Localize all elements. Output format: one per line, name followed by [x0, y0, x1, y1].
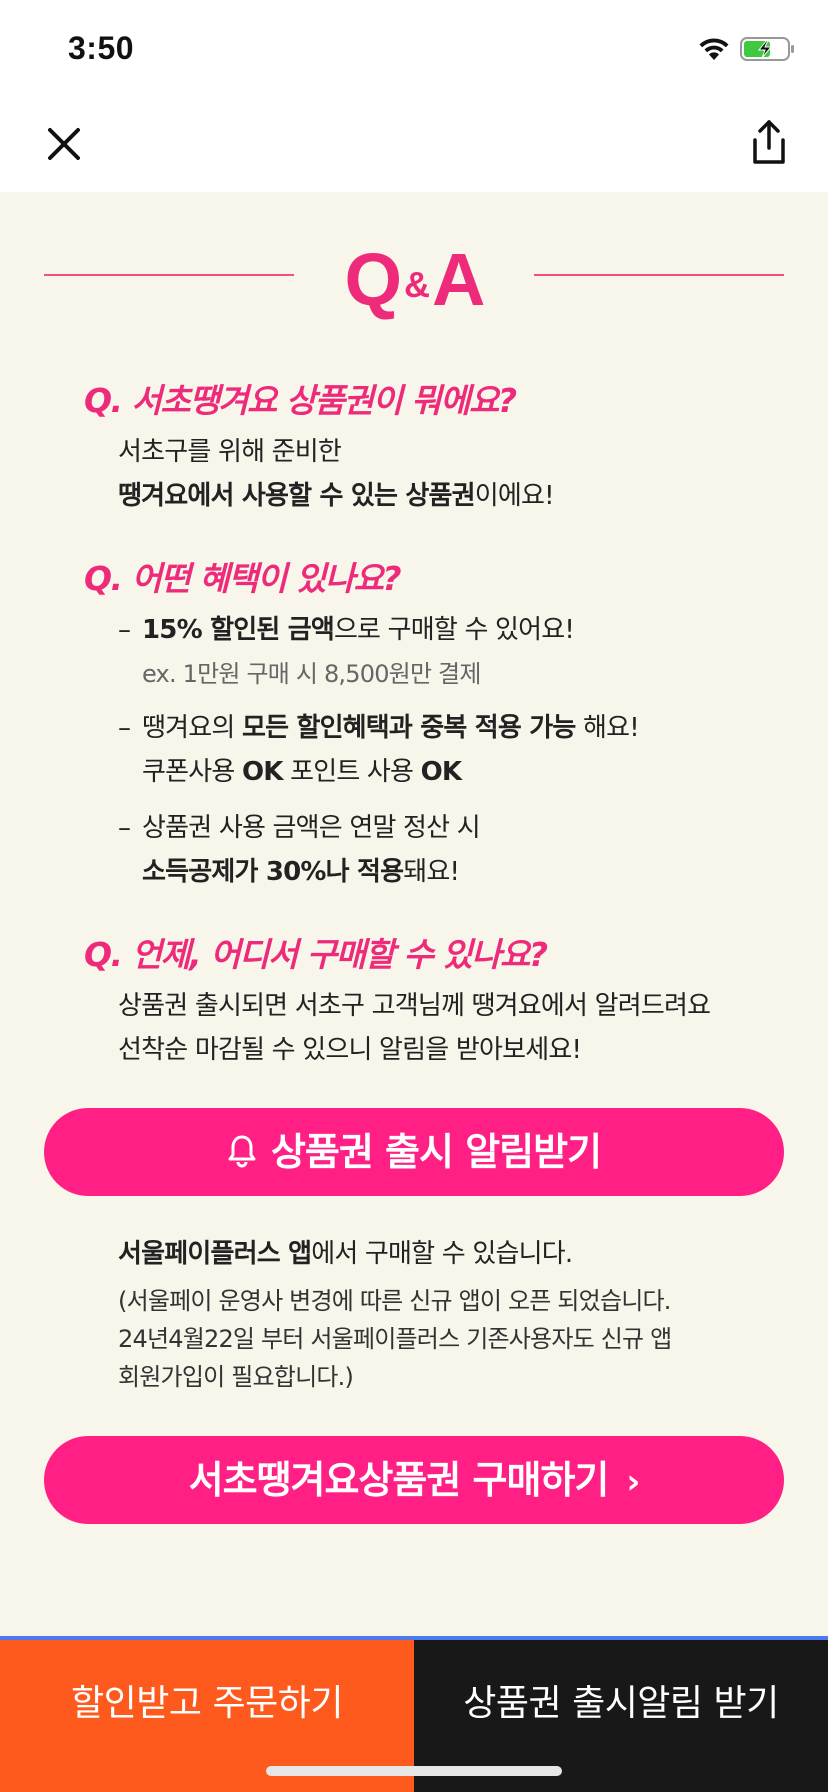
answer-line: 상품권 출시되면 서초구 고객님께 땡겨요에서 알려드려요 [118, 991, 711, 1021]
answer-line: 선착순 마감될 수 있으니 알림을 받아보세요! [118, 1035, 582, 1065]
question-benefits: Q. 어떤 혜택이 있나요? [84, 559, 402, 598]
nav-bar [0, 96, 828, 192]
answer-line: 서초구를 위해 준비한 [118, 437, 342, 467]
divider-left [44, 274, 294, 276]
answer-what-is-voucher: 서초구를 위해 준비한 땡겨요에서 사용할 수 있는 상품권이에요! [118, 430, 554, 518]
notify-release-button[interactable]: 상품권 출시 알림받기 [44, 1108, 784, 1196]
benefit-item: – 땡겨요의 모든 할인혜택과 중복 적용 가능 해요! 쿠폰사용 OK 포인트 … [118, 713, 640, 787]
answer-line: 땡겨요에서 사용할 수 있는 상품권이에요! [118, 481, 554, 511]
home-indicator[interactable] [266, 1766, 562, 1776]
question-what-is-voucher: Q. 서초땡겨요 상품권이 뭐에요? [84, 381, 517, 420]
battery-charging-icon [740, 36, 796, 66]
question-when-where: Q. 언제, 어디서 구매할 수 있나요? [84, 935, 548, 974]
close-icon[interactable] [44, 124, 84, 164]
divider-right [534, 274, 784, 276]
buy-voucher-button[interactable]: 서초땡겨요상품권 구매하기 › [44, 1436, 784, 1524]
main-content: Q &A Q. 서초땡겨요 상품권이 뭐에요? 서초구를 위해 준비한 땡겨요에서… [0, 192, 828, 1638]
benefit-item: – 상품권 사용 금액은 연말 정산 시 소득공제가 30%나 적용돼요! [118, 813, 481, 887]
chevron-right-icon: › [626, 1462, 640, 1502]
status-bar: 3:50 [0, 0, 828, 96]
qa-title: Q &A [344, 238, 485, 321]
share-icon[interactable] [746, 118, 792, 168]
benefit-example: ex. 1만원 구매 시 8,500원만 결제 [142, 660, 481, 688]
bell-icon [227, 1111, 257, 1199]
purchase-info-main: 서울페이플러스 앱에서 구매할 수 있습니다. [118, 1239, 573, 1269]
benefit-item: –15% 할인된 금액으로 구매할 수 있어요! ex. 1만원 구매 시 8,… [118, 608, 575, 696]
status-time: 3:50 [68, 30, 135, 66]
answer-when-where: 상품권 출시되면 서초구 고객님께 땡겨요에서 알려드려요 선착순 마감될 수 … [118, 984, 711, 1072]
purchase-info-note: (서울페이 운영사 변경에 따른 신규 앱이 오픈 되었습니다. 24년4월22… [118, 1287, 672, 1391]
wifi-icon [697, 36, 731, 66]
